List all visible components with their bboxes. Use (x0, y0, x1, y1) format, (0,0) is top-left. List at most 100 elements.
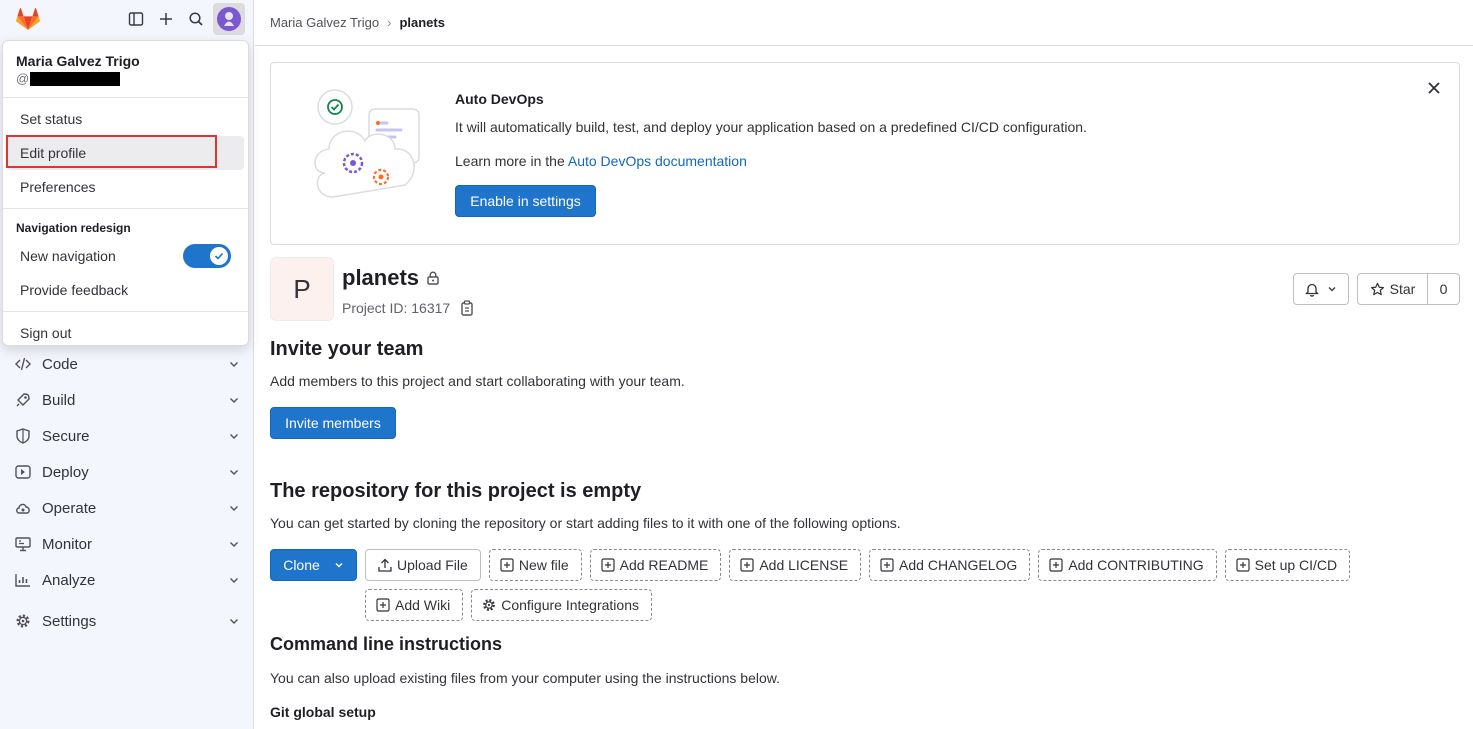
chevron-down-icon (1328, 287, 1336, 292)
sidebar-item-analyze[interactable]: Analyze (0, 562, 254, 598)
sidebar-item-secure[interactable]: Secure (0, 418, 254, 454)
preferences-item[interactable]: Preferences (7, 170, 244, 204)
sidebar-top-bar (0, 0, 253, 38)
chevron-down-icon (230, 542, 238, 547)
user-handle: @ (16, 71, 235, 86)
auto-devops-docs-link[interactable]: Auto DevOps documentation (568, 153, 747, 169)
new-navigation-toggle[interactable] (183, 244, 231, 268)
repo-empty-text: You can get started by cloning the repos… (270, 515, 901, 531)
gitlab-logo-icon[interactable] (14, 5, 42, 33)
user-name: Maria Galvez Trigo (16, 53, 140, 69)
plus-square-icon (376, 598, 390, 612)
banner-text: It will automatically build, test, and d… (455, 119, 1087, 135)
bell-icon (1305, 283, 1319, 297)
upload-icon (378, 558, 392, 572)
auto-devops-illustration (311, 85, 437, 205)
group-title: Navigation redesign (16, 221, 131, 235)
sign-out-item[interactable]: Sign out (7, 316, 244, 350)
project-avatar: P (270, 257, 334, 321)
add-contributing-button[interactable]: Add CONTRIBUTING (1038, 549, 1217, 581)
sidebar-item-monitor[interactable]: Monitor (0, 526, 254, 562)
chevron-down-icon (335, 563, 343, 568)
sidebar-item-build[interactable]: Build (0, 382, 254, 418)
close-icon[interactable] (1425, 79, 1443, 97)
chevron-down-icon (230, 619, 238, 624)
chevron-down-icon (230, 434, 238, 439)
invite-title: Invite your team (270, 338, 424, 360)
upload-file-button[interactable]: Upload File (365, 549, 481, 581)
invite-members-button[interactable]: Invite members (270, 407, 396, 439)
plus-square-icon (601, 558, 615, 572)
add-wiki-button[interactable]: Add Wiki (365, 589, 464, 621)
banner-title: Auto DevOps (455, 91, 544, 107)
plus-square-icon (740, 558, 754, 572)
chevron-down-icon (230, 578, 238, 583)
sidebar-item-operate[interactable]: Operate (0, 490, 254, 526)
plus-square-icon (1049, 558, 1063, 572)
star-count[interactable]: 0 (1428, 273, 1460, 305)
repo-options-row-1: Clone Upload File New file Add README Ad… (270, 549, 1358, 581)
user-menu-dropdown: Maria Galvez Trigo @ Set status Edit pro… (2, 40, 249, 346)
clone-button[interactable]: Clone (270, 549, 357, 581)
gear-icon (483, 599, 496, 611)
highlight-box (6, 135, 217, 168)
breadcrumb: Maria Galvez Trigo › planets (255, 0, 1473, 46)
user-avatar-button[interactable] (213, 3, 245, 35)
chevron-right-icon: › (387, 15, 392, 30)
notifications-button[interactable] (1293, 273, 1349, 305)
git-global-setup-label: Git global setup (270, 704, 376, 720)
toggle-sidebar-icon[interactable] (121, 4, 151, 34)
edit-profile-item[interactable]: Edit profile (6, 135, 244, 170)
banner-learn-more: Learn more in the Auto DevOps documentat… (455, 153, 747, 169)
sign-out-group: Sign out (3, 312, 248, 354)
provide-feedback-item[interactable]: Provide feedback (7, 273, 244, 307)
gear-icon (14, 612, 32, 630)
project-actions: Star 0 (1293, 273, 1460, 305)
chevron-down-icon (230, 398, 238, 403)
sidebar-item-settings[interactable]: Settings (0, 603, 254, 639)
sidebar-nav: Code Build Secure Deploy Operate Monitor (0, 346, 254, 639)
plus-square-icon (1236, 558, 1250, 572)
setup-cicd-button[interactable]: Set up CI/CD (1224, 549, 1351, 581)
star-button[interactable]: Star (1357, 273, 1428, 305)
project-header: P planets Project ID: 16317 Star 0 (270, 257, 1460, 321)
project-id: Project ID: 16317 (342, 300, 474, 316)
add-readme-button[interactable]: Add README (589, 549, 722, 581)
deploy-icon (14, 463, 32, 481)
chevron-down-icon (230, 362, 238, 367)
new-navigation-item[interactable]: New navigation (7, 239, 244, 273)
repo-options-row-2: Add Wiki Configure Integrations (365, 589, 660, 621)
configure-integrations-button[interactable]: Configure Integrations (471, 589, 652, 621)
add-license-button[interactable]: Add LICENSE (729, 549, 862, 581)
banner-content: Auto DevOps It will automatically build,… (455, 91, 1087, 217)
monitor-icon (14, 535, 32, 553)
project-title: planets (342, 265, 439, 291)
chevron-down-icon (230, 470, 238, 475)
repo-empty-title: The repository for this project is empty (270, 480, 642, 502)
redacted-handle (30, 71, 121, 86)
sidebar-item-deploy[interactable]: Deploy (0, 454, 254, 490)
star-icon (1370, 282, 1384, 295)
user-menu-actions: Set status Edit profile Preferences (3, 98, 248, 209)
navigation-redesign-group: Navigation redesign New navigation Provi… (3, 209, 248, 312)
plus-square-icon (880, 558, 894, 572)
cloud-gear-icon (14, 499, 32, 517)
add-changelog-button[interactable]: Add CHANGELOG (869, 549, 1031, 581)
code-icon (14, 355, 32, 373)
main-content: Maria Galvez Trigo › planets Auto DevOps… (255, 0, 1473, 729)
user-menu-header[interactable]: Maria Galvez Trigo @ (3, 41, 248, 98)
chevron-down-icon (230, 506, 238, 511)
search-icon[interactable] (181, 4, 211, 34)
breadcrumb-parent[interactable]: Maria Galvez Trigo (270, 15, 379, 30)
copy-icon[interactable] (460, 300, 474, 316)
new-file-button[interactable]: New file (488, 549, 582, 581)
check-icon (210, 247, 228, 265)
avatar (217, 7, 241, 31)
plus-icon[interactable] (151, 4, 181, 34)
breadcrumb-current[interactable]: planets (399, 15, 445, 30)
chart-icon (14, 571, 32, 589)
set-status-item[interactable]: Set status (7, 102, 244, 136)
enable-in-settings-button[interactable]: Enable in settings (455, 185, 596, 217)
auto-devops-banner: Auto DevOps It will automatically build,… (270, 62, 1460, 245)
shield-icon (14, 427, 32, 445)
